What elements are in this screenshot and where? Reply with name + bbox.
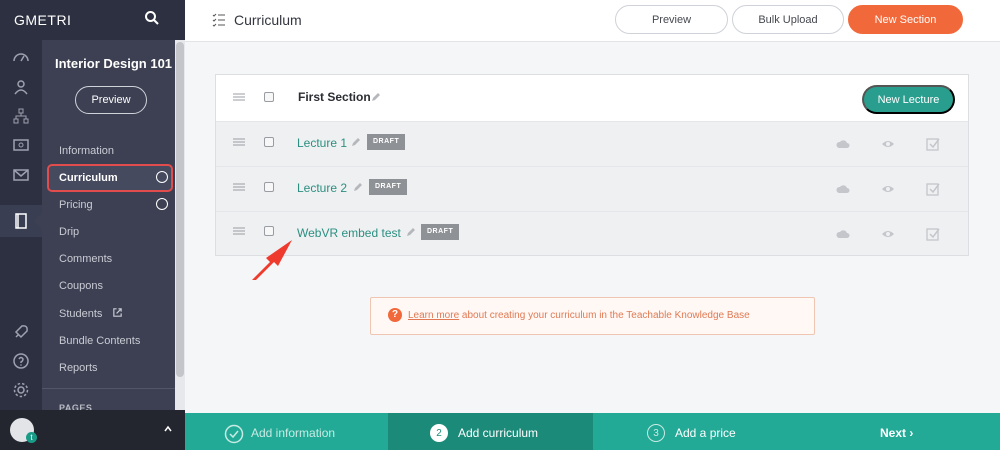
pencil-icon[interactable]: [350, 136, 362, 148]
section-checkbox[interactable]: [264, 92, 274, 102]
book-icon[interactable]: [10, 210, 32, 232]
sitemap-icon[interactable]: [10, 105, 32, 127]
page-title: Curriculum: [234, 12, 302, 28]
step-add-information[interactable]: Add information: [251, 426, 335, 440]
nav-item-drip[interactable]: Drip: [59, 226, 79, 238]
nav-item-students[interactable]: Students: [59, 308, 102, 320]
draft-badge: DRAFT: [369, 179, 408, 195]
new-lecture-button[interactable]: New Lecture: [862, 85, 955, 114]
preview-button[interactable]: Preview: [615, 5, 728, 34]
eye-icon[interactable]: [881, 227, 895, 241]
brand-logo[interactable]: GMETRI: [14, 12, 71, 28]
panel-divider: [42, 388, 175, 389]
pencil-icon[interactable]: [405, 226, 417, 238]
lecture-checkbox[interactable]: [264, 182, 274, 192]
draft-badge: DRAFT: [421, 224, 460, 240]
step-add-price[interactable]: Add a price: [675, 426, 736, 440]
course-title: Interior Design 101: [55, 56, 173, 71]
drag-handle-icon[interactable]: [233, 227, 245, 235]
check-square-icon[interactable]: [926, 182, 940, 196]
gear-icon[interactable]: [10, 379, 32, 401]
step-add-curriculum[interactable]: Add curriculum: [458, 426, 538, 440]
list-icon: [212, 13, 225, 27]
nav-item-curriculum-label: Curriculum: [59, 172, 118, 184]
bulk-upload-button[interactable]: Bulk Upload: [732, 5, 844, 34]
step-number-2: 2: [430, 424, 448, 442]
status-circle-icon: [156, 171, 168, 183]
nav-item-bundle-contents[interactable]: Bundle Contents: [59, 335, 140, 347]
nav-item-coupons[interactable]: Coupons: [59, 280, 103, 292]
draft-badge: DRAFT: [367, 134, 406, 150]
search-icon[interactable]: [144, 10, 160, 26]
rocket-icon[interactable]: [10, 321, 32, 343]
money-icon[interactable]: [10, 134, 32, 156]
pencil-icon[interactable]: [352, 181, 364, 193]
help-circle-icon: ?: [388, 308, 402, 322]
help-icon[interactable]: [10, 350, 32, 372]
annotation-arrow-icon: [252, 240, 292, 280]
drag-handle-icon[interactable]: [233, 93, 245, 101]
lecture-checkbox[interactable]: [264, 226, 274, 236]
mail-icon[interactable]: [10, 164, 32, 186]
section-title: First Section: [298, 90, 371, 104]
eye-icon[interactable]: [881, 182, 895, 196]
check-square-icon[interactable]: [926, 227, 940, 241]
chevron-up-icon[interactable]: [163, 424, 173, 434]
avatar-badge: t: [26, 432, 37, 443]
cloud-upload-icon[interactable]: [836, 137, 850, 151]
dashboard-icon[interactable]: [10, 46, 32, 68]
lecture-title[interactable]: Lecture 2: [297, 181, 347, 195]
lecture-title[interactable]: WebVR embed test: [297, 226, 401, 240]
learn-more-link[interactable]: Learn more: [408, 310, 459, 321]
check-circle-icon: [224, 424, 244, 444]
pencil-icon[interactable]: [370, 91, 382, 103]
sidebar-scroll-thumb[interactable]: [176, 42, 184, 377]
eye-icon[interactable]: [881, 137, 895, 151]
nav-item-reports[interactable]: Reports: [59, 362, 98, 374]
external-link-icon: [113, 308, 122, 317]
nav-item-pricing[interactable]: Pricing: [59, 199, 93, 211]
next-button[interactable]: Next ›: [880, 426, 913, 440]
lecture-checkbox[interactable]: [264, 137, 274, 147]
rail-notch: [34, 213, 42, 229]
new-section-button[interactable]: New Section: [848, 5, 963, 34]
nav-item-information[interactable]: Information: [59, 145, 114, 157]
cloud-upload-icon[interactable]: [836, 182, 850, 196]
lecture-title[interactable]: Lecture 1: [297, 136, 347, 150]
users-icon[interactable]: [10, 76, 32, 98]
step-number-3: 3: [647, 424, 665, 442]
cloud-upload-icon[interactable]: [836, 227, 850, 241]
check-square-icon[interactable]: [926, 137, 940, 151]
nav-item-comments[interactable]: Comments: [59, 253, 112, 265]
drag-handle-icon[interactable]: [233, 183, 245, 191]
status-circle-icon: [156, 198, 168, 210]
knowledge-base-text: Learn more about creating your curriculu…: [408, 310, 750, 321]
knowledge-base-caption: about creating your curriculum in the Te…: [459, 310, 750, 321]
drag-handle-icon[interactable]: [233, 138, 245, 146]
course-preview-button[interactable]: Preview: [75, 86, 147, 114]
